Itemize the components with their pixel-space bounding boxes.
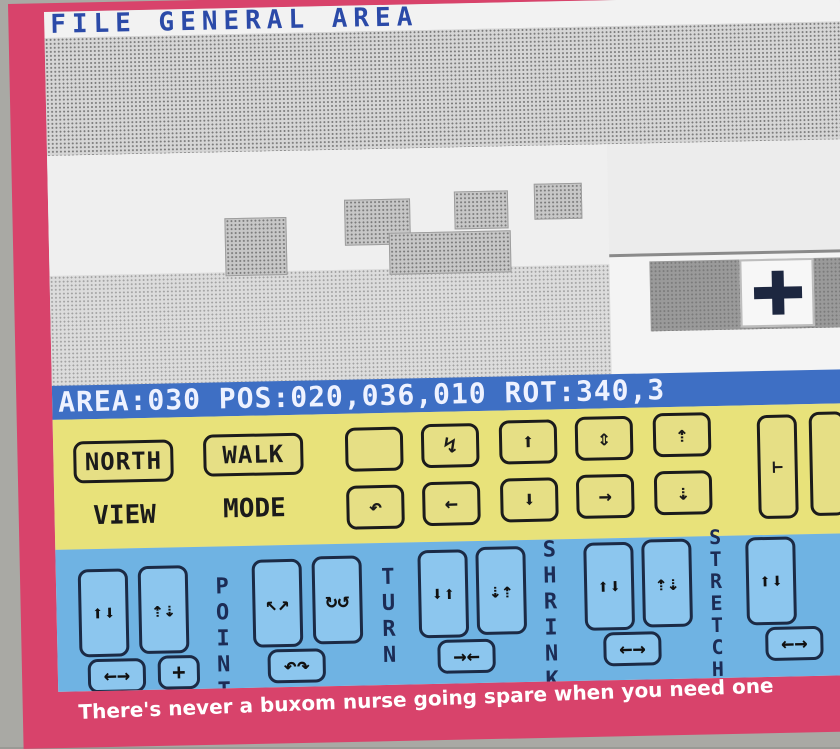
back-button[interactable]: ⬇ [499,477,559,523]
edge-width-button[interactable]: ←→ [765,625,824,662]
rise-button[interactable]: ⇡ [652,412,712,458]
turn-tilt-button[interactable]: ↖↗ [251,558,304,648]
left-button[interactable]: ← [421,480,481,527]
shrink-label: SHRINK [542,537,559,692]
walk-button[interactable]: WALK [202,432,304,477]
point-left-right-button[interactable]: ←→ [87,658,147,692]
edit-panel: ⬆⬇ ⇡⇣ ←→ + POINT ↖↗ ↻↺ ↶↷ TURN ⬇⬆ ⇣⇡ →← … [55,525,840,692]
stretch-depth-button[interactable]: ⇡⇣ [641,538,694,628]
u-turn-button[interactable]: ↶ [345,484,405,530]
point-up-down-button[interactable]: ⬆⬇ [77,568,130,658]
fall-button[interactable]: ⇣ [653,470,713,516]
sky-area [44,21,840,156]
wall-block [453,190,509,230]
3d-viewport[interactable] [47,139,840,386]
mode-button[interactable]: MODE [204,487,305,531]
shrink-width-button[interactable]: →← [437,638,496,674]
wall-block [388,230,512,275]
stretch-height-button[interactable]: ⬆⬇ [583,541,636,631]
stretch-width-button[interactable]: ←→ [603,631,662,667]
up-down-button[interactable]: ⇕ [574,415,634,461]
shrink-depth-button[interactable]: ⇣⇡ [475,546,528,636]
right-button[interactable]: → [575,473,635,519]
point-plus-button[interactable]: + [157,654,201,690]
red-cross-sign [739,257,815,328]
game-screen: FILE GENERAL AREA AREA:030 POS:020,036,0… [44,0,840,692]
point-rise-fall-button[interactable]: ⇡⇣ [137,565,190,655]
turn-rotate-button[interactable]: ↻↺ [311,555,364,645]
turn-spin-button[interactable]: ↶↷ [267,648,327,684]
shrink-height-button[interactable]: ⬇⬆ [417,549,470,639]
stretch-label: STRETCH [708,524,725,682]
point-label: POINT [215,574,232,692]
wall-block [533,182,583,220]
edge-height-button[interactable]: ⬆⬇ [745,536,797,626]
turn-label: TURN [381,564,397,669]
edge-button[interactable]: ⊢ [756,414,799,520]
view-button[interactable]: VIEW [74,493,175,537]
north-button[interactable]: NORTH [73,439,174,484]
edge-button-partial[interactable] [808,411,840,517]
jump-button[interactable]: ↯ [420,422,480,469]
plateau [47,144,610,276]
wall-block [224,216,288,277]
blank-button[interactable] [344,426,404,472]
forward-button[interactable]: ⬆ [498,419,558,465]
